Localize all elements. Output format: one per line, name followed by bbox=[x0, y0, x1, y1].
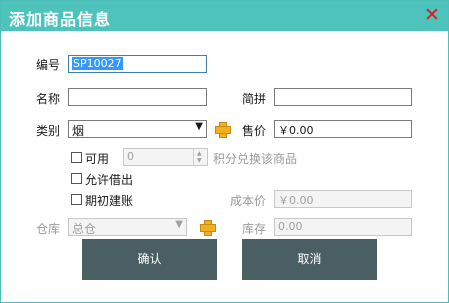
add-product-dialog: 添加商品信息 ✕ 编号 SP10027 名称 简拼 类别 烟 ▼ 售价 ￥0.0… bbox=[0, 0, 449, 303]
add-category-icon[interactable] bbox=[214, 121, 231, 138]
code-input[interactable]: SP10027 bbox=[68, 55, 207, 73]
initial-account-checkbox[interactable] bbox=[71, 194, 82, 205]
add-warehouse-icon[interactable] bbox=[199, 219, 216, 236]
cost-label: 成本价 bbox=[230, 194, 267, 208]
close-icon[interactable]: ✕ bbox=[422, 5, 442, 25]
title-bar[interactable]: 添加商品信息 ✕ bbox=[1, 1, 448, 31]
points-stepper[interactable]: 0 ▲ ▼ bbox=[123, 148, 208, 166]
code-label: 编号 bbox=[36, 58, 61, 72]
allow-borrow-checkbox[interactable] bbox=[71, 173, 82, 184]
stepper-down-icon[interactable]: ▼ bbox=[197, 157, 202, 164]
stepper-buttons[interactable]: ▲ ▼ bbox=[193, 149, 207, 165]
dropdown-arrow-icon: ▼ bbox=[175, 219, 183, 230]
category-value: 烟 bbox=[72, 124, 85, 138]
code-value: SP10027 bbox=[72, 57, 123, 70]
dropdown-arrow-icon: ▼ bbox=[195, 121, 203, 132]
usable-checkbox[interactable] bbox=[71, 152, 82, 163]
warehouse-label: 仓库 bbox=[36, 222, 61, 236]
usable-label: 可用 bbox=[85, 152, 110, 166]
points-suffix-label: 积分兑换该商品 bbox=[213, 152, 298, 166]
allow-borrow-label: 允许借出 bbox=[85, 173, 134, 187]
abbr-input[interactable] bbox=[274, 88, 412, 106]
price-input[interactable]: ￥0.00 bbox=[274, 120, 412, 138]
confirm-button[interactable]: 确认 bbox=[82, 239, 217, 280]
stock-label: 库存 bbox=[242, 222, 267, 236]
warehouse-value: 总仓 bbox=[72, 222, 97, 236]
cancel-button[interactable]: 取消 bbox=[242, 239, 377, 280]
category-label: 类别 bbox=[36, 124, 61, 138]
dialog-title: 添加商品信息 bbox=[9, 10, 112, 29]
initial-account-label: 期初建账 bbox=[85, 194, 134, 208]
stock-input[interactable]: 0.00 bbox=[274, 218, 412, 236]
category-select[interactable]: 烟 ▼ bbox=[68, 120, 207, 138]
price-label: 售价 bbox=[242, 124, 267, 138]
points-value: 0 bbox=[127, 150, 134, 163]
warehouse-select[interactable]: 总仓 ▼ bbox=[68, 218, 187, 236]
stepper-up-icon[interactable]: ▲ bbox=[197, 150, 202, 157]
abbr-label: 简拼 bbox=[242, 92, 267, 106]
cost-input[interactable]: ￥0.00 bbox=[274, 190, 412, 208]
name-input[interactable] bbox=[68, 88, 207, 106]
name-label: 名称 bbox=[36, 92, 61, 106]
